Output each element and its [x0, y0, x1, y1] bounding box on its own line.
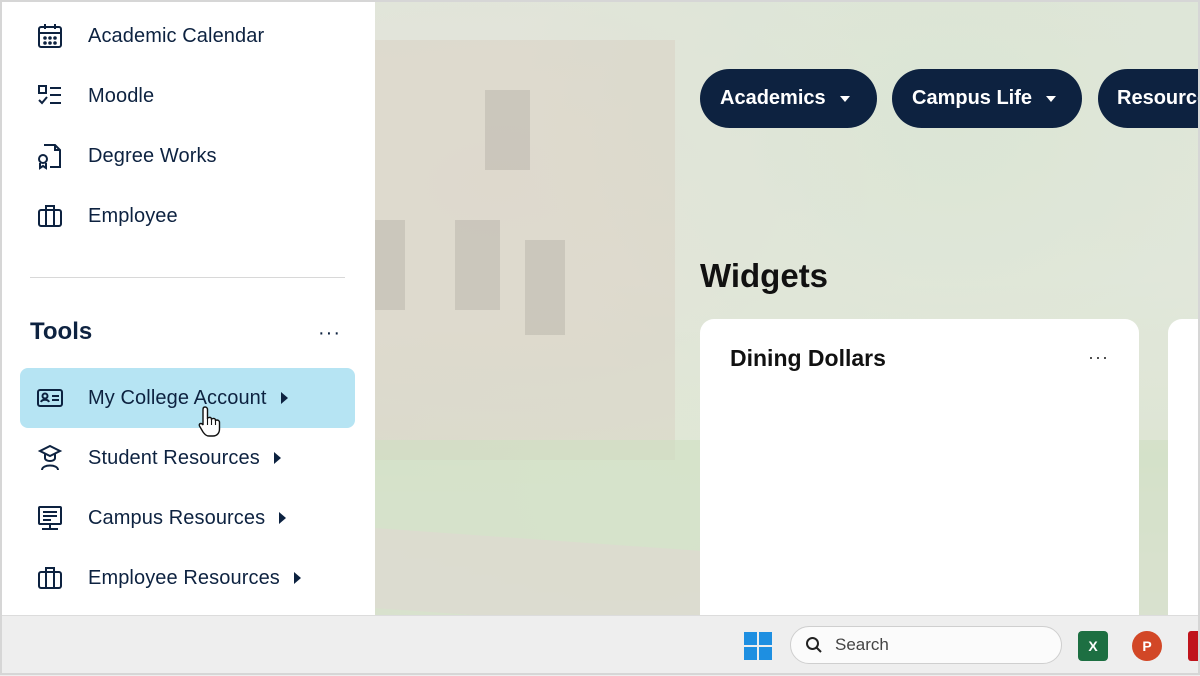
widget-card-partial	[1168, 319, 1200, 619]
widget-card-dining-dollars: Dining Dollars ···	[700, 319, 1139, 619]
nav-menu-resources[interactable]: Resource	[1098, 69, 1200, 128]
widget-more-options-button[interactable]: ···	[1088, 347, 1109, 368]
tools-item-label: My College Account	[88, 386, 267, 409]
tools-item-employee-resources[interactable]: Employee Resources	[20, 548, 355, 608]
sidebar-item-employee[interactable]: Employee	[20, 186, 355, 246]
nav-menu-campus-life[interactable]: Campus Life	[892, 69, 1082, 128]
briefcase-icon	[32, 198, 68, 234]
tools-item-label: Student Resources	[88, 446, 260, 469]
sidebar-divider	[30, 277, 345, 278]
excel-icon[interactable]: X	[1078, 631, 1108, 661]
sidebar-item-label: Employee	[88, 204, 178, 227]
powerpoint-icon[interactable]: P	[1132, 631, 1162, 661]
widget-card-title: Dining Dollars	[730, 345, 886, 371]
sidebar-item-degree-works[interactable]: Degree Works	[20, 126, 355, 186]
sidebar-item-academic-calendar[interactable]: Academic Calendar	[20, 6, 355, 66]
search-icon	[806, 637, 822, 653]
widgets-heading: Widgets	[700, 257, 829, 294]
tools-item-my-college-account[interactable]: My College Account	[20, 368, 355, 428]
tools-item-campus-resources[interactable]: Campus Resources	[20, 488, 355, 548]
expand-caret-icon[interactable]	[293, 572, 301, 584]
tools-heading: Tools	[30, 318, 93, 345]
tools-more-options-button[interactable]: ···	[318, 322, 341, 345]
hand-pointer-cursor-icon	[198, 406, 221, 437]
checklist-icon	[32, 78, 68, 114]
expand-caret-icon[interactable]	[279, 512, 287, 524]
expand-caret-icon[interactable]	[280, 392, 288, 404]
sidebar-item-label: Academic Calendar	[88, 24, 265, 47]
taskbar-search-input[interactable]: Search	[790, 626, 1062, 664]
sidebar-item-label: Degree Works	[88, 144, 217, 167]
calendar-icon	[32, 18, 68, 54]
chevron-down-icon	[1046, 95, 1057, 102]
chevron-down-icon	[839, 95, 850, 102]
taskbar: Search X P	[0, 615, 1200, 676]
sidebar-item-label: Moodle	[88, 84, 155, 107]
sidebar: Academic Calendar Moodle Degree Works Em…	[0, 0, 375, 615]
tools-item-student-resources[interactable]: Student Resources	[20, 428, 355, 488]
id-card-icon	[32, 380, 68, 416]
tools-item-label: Employee Resources	[88, 566, 280, 589]
windows-start-icon[interactable]	[744, 632, 772, 660]
presentation-board-icon	[32, 500, 68, 536]
expand-caret-icon[interactable]	[273, 452, 281, 464]
acrobat-icon[interactable]	[1188, 631, 1200, 661]
taskbar-search-placeholder: Search	[835, 635, 889, 654]
briefcase-icon	[32, 560, 68, 596]
tools-item-label: Campus Resources	[88, 506, 266, 529]
student-icon	[32, 440, 68, 476]
certificate-document-icon	[32, 138, 68, 174]
nav-menu-academics[interactable]: Academics	[700, 69, 877, 128]
sidebar-item-moodle[interactable]: Moodle	[20, 66, 355, 126]
